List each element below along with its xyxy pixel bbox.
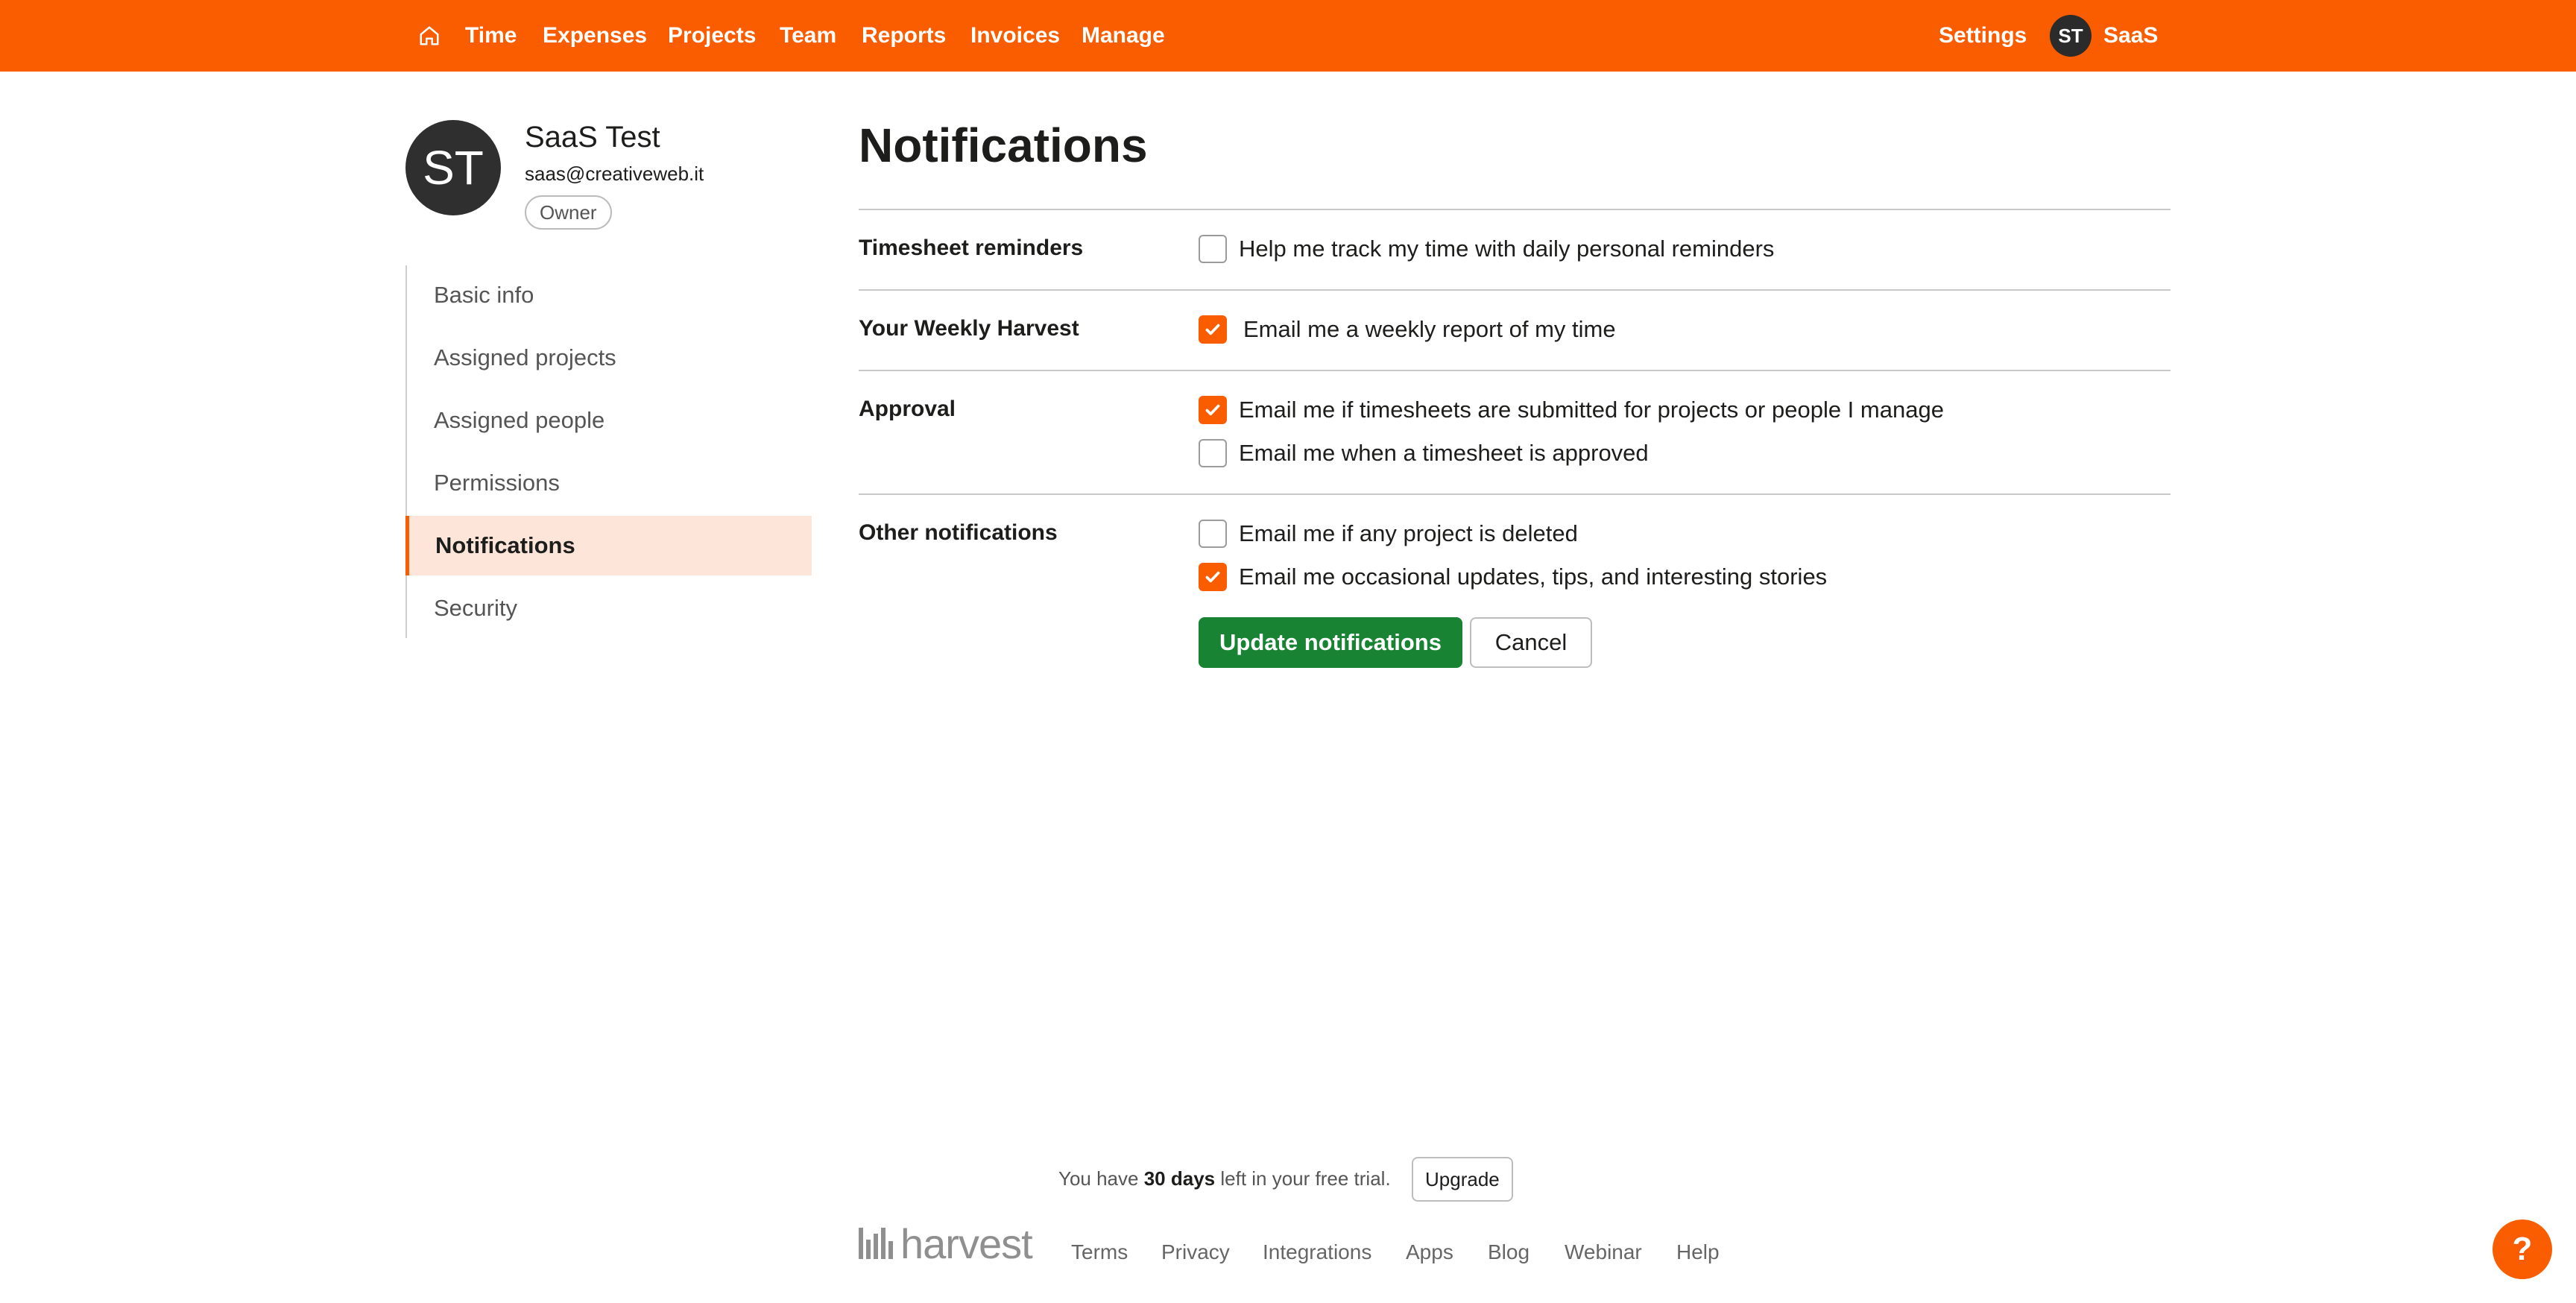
section-label-timesheet-reminders: Timesheet reminders — [859, 236, 1084, 260]
option-label: Email me if timesheets are submitted for… — [1239, 397, 1944, 423]
footer-link-webinar[interactable]: Webinar — [1565, 1240, 1642, 1264]
checkbox-timesheets-submitted[interactable] — [1199, 396, 1227, 424]
profile-email: saas@creativeweb.it — [525, 163, 704, 185]
divider — [859, 493, 2171, 495]
user-avatar[interactable]: ST — [2050, 15, 2092, 57]
checkbox-daily-reminders[interactable] — [1199, 235, 1227, 263]
checkbox-occasional-updates[interactable] — [1199, 563, 1227, 591]
option-project-deleted[interactable]: Email me if any project is deleted — [1199, 519, 1578, 549]
checkbox-timesheet-approved[interactable] — [1199, 439, 1227, 467]
option-weekly-report[interactable]: Email me a weekly report of my time — [1199, 315, 1616, 344]
option-label: Help me track my time with daily persona… — [1239, 236, 1775, 262]
nav-time[interactable]: Time — [465, 21, 517, 51]
sidebar-item-assigned-projects[interactable]: Assigned projects — [407, 328, 813, 388]
option-label: Email me if any project is deleted — [1239, 520, 1578, 546]
footer-link-blog[interactable]: Blog — [1488, 1240, 1530, 1264]
sidebar-item-notifications[interactable]: Notifications — [405, 516, 812, 575]
role-badge: Owner — [525, 195, 612, 230]
footer-link-help[interactable]: Help — [1676, 1240, 1720, 1264]
sidebar-item-security[interactable]: Security — [407, 578, 813, 638]
option-timesheet-approved[interactable]: Email me when a timesheet is approved — [1199, 438, 1649, 468]
sidebar-item-permissions[interactable]: Permissions — [407, 453, 813, 513]
nav-projects[interactable]: Projects — [668, 21, 756, 51]
checkbox-weekly-report[interactable] — [1199, 315, 1227, 344]
upgrade-button[interactable]: Upgrade — [1412, 1157, 1513, 1202]
harvest-logo-icon — [859, 1228, 893, 1259]
section-label-approval: Approval — [859, 397, 956, 421]
footer-link-privacy[interactable]: Privacy — [1161, 1240, 1230, 1264]
divider — [859, 209, 2171, 210]
harvest-logo[interactable]: harvest — [857, 1220, 1033, 1267]
top-navigation-bar: Time Expenses Projects Team Reports Invo… — [0, 0, 2576, 72]
profile-name: SaaS Test — [525, 121, 660, 154]
divider — [859, 370, 2171, 371]
cancel-button[interactable]: Cancel — [1470, 617, 1592, 668]
option-label: Email me a weekly report of my time — [1243, 316, 1616, 342]
footer-link-terms[interactable]: Terms — [1071, 1240, 1128, 1264]
settings-sidebar: Basic info Assigned projects Assigned pe… — [405, 265, 812, 638]
checkmark-icon — [1205, 324, 1220, 335]
checkmark-icon — [1205, 571, 1220, 583]
account-menu[interactable]: SaaS — [2103, 21, 2158, 51]
section-label-other-notifications: Other notifications — [859, 520, 1058, 545]
trial-days: 30 days — [1143, 1167, 1216, 1190]
nav-invoices[interactable]: Invoices — [970, 21, 1060, 51]
section-label-weekly-harvest: Your Weekly Harvest — [859, 316, 1079, 341]
nav-reports[interactable]: Reports — [862, 21, 946, 51]
help-button[interactable]: ? — [2493, 1220, 2552, 1279]
footer-link-integrations[interactable]: Integrations — [1263, 1240, 1371, 1264]
page-title: Notifications — [859, 119, 1148, 172]
harvest-logo-text: harvest — [900, 1220, 1033, 1267]
trial-prefix: You have — [1058, 1167, 1139, 1190]
option-label: Email me occasional updates, tips, and i… — [1239, 564, 1828, 590]
update-notifications-button[interactable]: Update notifications — [1199, 617, 1462, 668]
trial-suffix: left in your free trial. — [1220, 1167, 1391, 1190]
sidebar-item-basic-info[interactable]: Basic info — [407, 265, 813, 325]
footer-link-apps[interactable]: Apps — [1406, 1240, 1453, 1264]
option-daily-reminders[interactable]: Help me track my time with daily persona… — [1199, 234, 1774, 264]
home-icon[interactable] — [416, 22, 443, 49]
profile-avatar: ST — [405, 120, 501, 215]
option-occasional-updates[interactable]: Email me occasional updates, tips, and i… — [1199, 562, 1827, 592]
option-timesheets-submitted[interactable]: Email me if timesheets are submitted for… — [1199, 395, 1944, 425]
checkmark-icon — [1205, 404, 1220, 416]
nav-settings[interactable]: Settings — [1939, 21, 2027, 51]
trial-notice: You have 30 days left in your free trial… — [1058, 1167, 1391, 1190]
nav-expenses[interactable]: Expenses — [543, 21, 647, 51]
nav-team[interactable]: Team — [780, 21, 836, 51]
nav-manage[interactable]: Manage — [1082, 21, 1165, 51]
sidebar-item-assigned-people[interactable]: Assigned people — [407, 391, 813, 450]
checkbox-project-deleted[interactable] — [1199, 520, 1227, 548]
option-label: Email me when a timesheet is approved — [1239, 440, 1649, 466]
divider — [859, 289, 2171, 291]
